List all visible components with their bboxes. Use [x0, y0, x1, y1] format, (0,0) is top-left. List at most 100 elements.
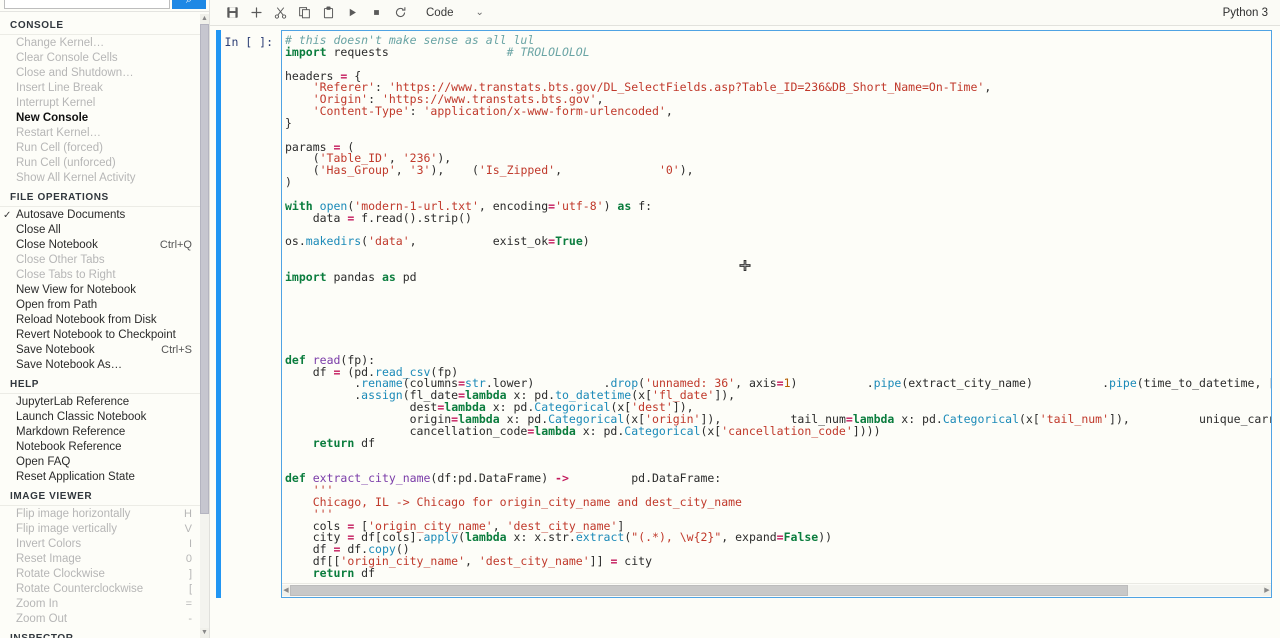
palette-item[interactable]: JupyterLab Reference — [0, 395, 202, 410]
palette-item: Flip image vertically V — [0, 522, 202, 537]
palette-item: Invert Colors I — [0, 537, 202, 552]
palette-item[interactable]: Close All — [0, 223, 202, 238]
notebook-scroll-region: In [ ]: # this doesn't make sense as all… — [210, 26, 1280, 638]
add-icon[interactable] — [244, 2, 268, 24]
palette-item-label: Reset Image — [16, 553, 82, 565]
palette-item[interactable]: Reload Notebook from Disk — [0, 313, 202, 328]
palette-item[interactable]: Markdown Reference — [0, 425, 202, 440]
palette-scrollbar[interactable]: ▲ ▼ — [200, 14, 209, 638]
code-token: f: — [631, 198, 653, 213]
code-content[interactable]: # this doesn't make sense as all lul impo… — [282, 31, 1271, 580]
paste-icon[interactable] — [316, 2, 340, 24]
code-line: import requests # TROLOLOLOL — [285, 44, 1271, 59]
code-token: city — [617, 554, 652, 569]
palette-item-label: New View for Notebook — [16, 284, 136, 296]
palette-item: Close Tabs to Right — [0, 268, 202, 283]
palette-item-shortcut: V — [184, 523, 192, 535]
restart-icon[interactable] — [388, 2, 412, 24]
code-token: ]))) — [852, 423, 881, 438]
code-token: '0' — [658, 163, 680, 178]
code-token: , — [395, 163, 410, 178]
code-token: 'cancellation_code' — [721, 423, 853, 438]
scroll-right-icon[interactable]: ▶ — [1263, 585, 1271, 596]
palette-item[interactable]: Revert Notebook to Checkpoint — [0, 328, 202, 343]
stop-icon[interactable] — [364, 2, 388, 24]
palette-item[interactable]: Reset Application State — [0, 470, 202, 485]
palette-item: Close and Shutdown… — [0, 66, 202, 81]
scroll-down-icon[interactable]: ▼ — [200, 628, 209, 638]
code-token: apply — [423, 530, 459, 545]
scroll-left-icon[interactable]: ◀ — [282, 585, 290, 596]
palette-item[interactable]: Notebook Reference — [0, 440, 202, 455]
code-token: Chicago, IL -> Chicago for origin_city_n… — [312, 494, 742, 509]
palette-item-label: Save Notebook — [16, 344, 95, 356]
notebook-toolbar: Code ⌄ Python 3 — [210, 0, 1280, 26]
code-token: as — [617, 198, 632, 213]
palette-item[interactable]: Save Notebook Ctrl+S — [0, 343, 202, 358]
cell-type-dropdown[interactable]: Code ⌄ — [422, 3, 488, 23]
search-input[interactable] — [4, 0, 170, 9]
palette-section-header: CONSOLE — [0, 14, 202, 35]
kernel-status-label[interactable]: Python 3 — [1223, 0, 1268, 26]
code-editor[interactable]: # this doesn't make sense as all lul impo… — [281, 30, 1272, 598]
palette-item: Insert Line Break — [0, 81, 202, 96]
palette-item: Run Cell (unforced) — [0, 156, 202, 171]
copy-icon[interactable] — [292, 2, 316, 24]
palette-item-shortcut: H — [184, 508, 192, 520]
hscrollbar-thumb[interactable] — [290, 585, 1128, 596]
palette-item[interactable]: New Console — [0, 111, 202, 126]
palette-item[interactable]: Launch Classic Notebook — [0, 410, 202, 425]
palette-item-label: Close Notebook — [16, 239, 98, 251]
run-icon[interactable] — [340, 2, 364, 24]
palette-item[interactable]: New View for Notebook — [0, 283, 202, 298]
code-line: } — [285, 117, 1271, 130]
code-token: data — [285, 210, 348, 225]
palette-item[interactable]: Open FAQ — [0, 455, 202, 470]
code-token: "(.*), \w{2}" — [631, 530, 722, 545]
palette-item: Clear Console Cells — [0, 51, 202, 66]
palette-item-label: Change Kernel… — [16, 37, 105, 49]
code-token: 'Is_Zipped' — [478, 163, 556, 178]
code-token: lambda — [534, 423, 576, 438]
scroll-up-icon[interactable]: ▲ — [200, 14, 209, 24]
cut-icon[interactable] — [268, 2, 292, 24]
palette-item-label: Rotate Clockwise — [16, 568, 105, 580]
palette-item: Zoom In = — [0, 597, 202, 612]
code-token: , axis — [735, 376, 777, 391]
notebook-cell: In [ ]: # this doesn't make sense as all… — [210, 30, 1280, 598]
editor-horizontal-scrollbar[interactable]: ◀ ▶ — [282, 583, 1271, 597]
palette-item[interactable]: ✓ Autosave Documents — [0, 208, 202, 223]
palette-item[interactable]: Open from Path — [0, 298, 202, 313]
save-icon[interactable] — [220, 2, 244, 24]
palette-item: Restart Kernel… — [0, 126, 202, 141]
code-token: 'dest_city_name' — [478, 554, 590, 569]
palette-item[interactable]: Save Notebook As… — [0, 358, 202, 373]
palette-item-label: Close and Shutdown… — [16, 67, 134, 79]
code-token: , exist_ok — [409, 234, 549, 249]
palette-scrollbar-thumb[interactable] — [200, 24, 209, 514]
code-token: ), ( — [430, 163, 479, 178]
palette-item-label: Revert Notebook to Checkpoint — [16, 329, 176, 341]
palette-item: Flip image horizontally H — [0, 507, 202, 522]
code-token: makedirs — [305, 234, 362, 249]
code-token: Categorical — [942, 412, 1019, 426]
code-token: : — [409, 104, 424, 119]
code-token: -> — [555, 471, 569, 486]
command-palette-list[interactable]: CONSOLE Change Kernel… Clear Console Cells… — [0, 14, 202, 638]
palette-item[interactable]: Close Notebook Ctrl+Q — [0, 238, 202, 253]
code-token: , expand — [721, 530, 777, 545]
code-token: pandas — [326, 269, 382, 284]
palette-item-shortcut: 0 — [185, 553, 192, 565]
palette-item-label: Reset Application State — [16, 471, 135, 483]
search-button[interactable]: ⌕ — [172, 0, 206, 9]
code-token: 'data' — [368, 234, 410, 249]
palette-item-label: Restart Kernel… — [16, 127, 102, 139]
code-token: requests — [326, 44, 389, 59]
notebook-main-area: Code ⌄ Python 3 In [ ]: # this doesn't m… — [210, 0, 1280, 638]
code-token: , — [555, 163, 659, 178]
